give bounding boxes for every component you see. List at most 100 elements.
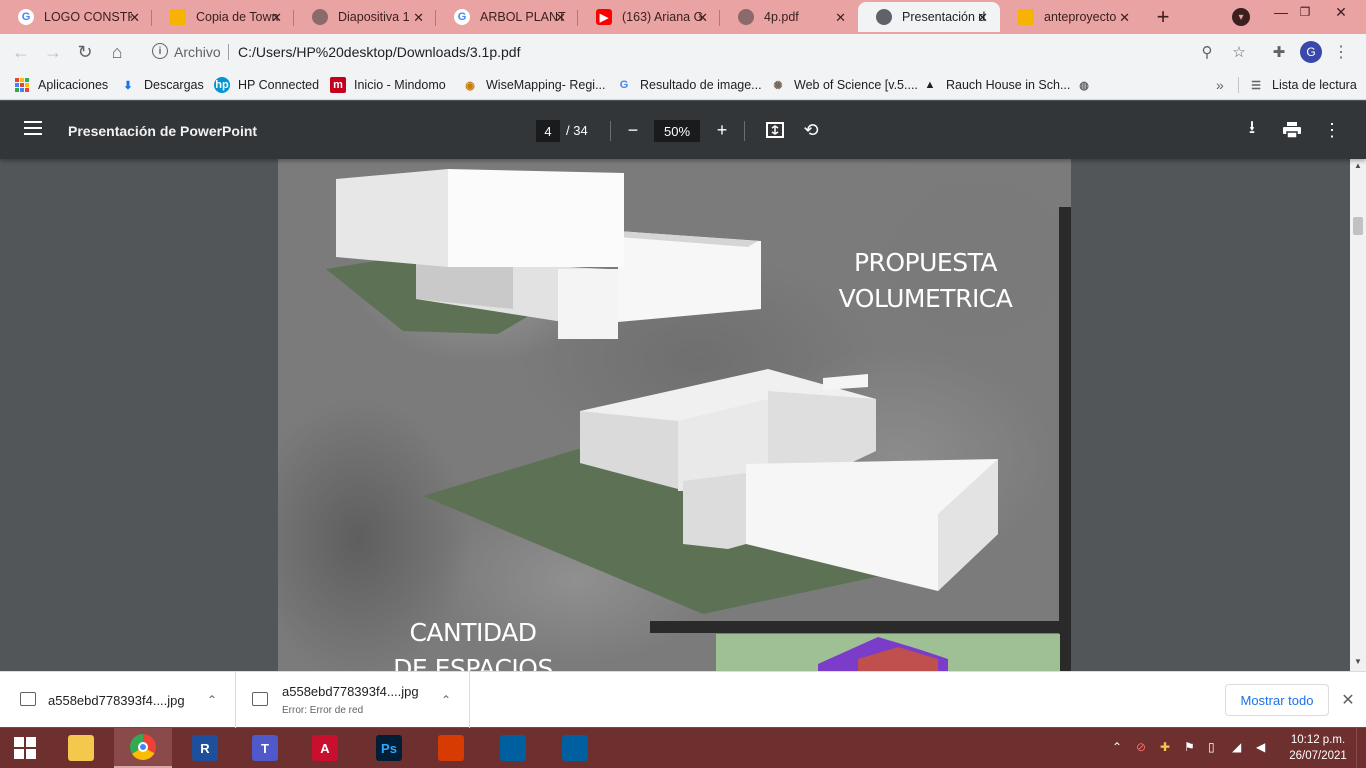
tab-copia-de-town[interactable]: Copia de Town ✕ [152,2,294,32]
bookmark-label: Aplicaciones [38,78,109,92]
zoom-out-icon[interactable]: − [621,118,645,142]
bookmark-rauch-house[interactable]: ▲ Rauch House in Sch... [922,77,1071,93]
url-text[interactable]: C:/Users/HP%20desktop/Downloads/3.1p.pdf [238,44,520,60]
tab-title: LOGO CONSTR [44,10,132,24]
close-icon[interactable]: ✕ [413,10,424,26]
system-clock[interactable]: 10:12 p.m. 26/07/2021 [1286,732,1350,764]
tab-presentacion[interactable]: Presentación d ✕ [858,2,1000,32]
download-item[interactable]: a558ebd778393f4....jpg Error: Error de r… [236,672,470,728]
extensions-icon[interactable]: ✚ [1270,43,1288,61]
tray-expand-icon[interactable]: ⌃ [1112,740,1122,754]
info-icon[interactable]: i [152,43,168,59]
close-icon[interactable]: ✕ [129,10,140,26]
download-item[interactable]: a558ebd778393f4....jpg ⌃ [0,672,236,728]
close-icon[interactable]: ✕ [1119,10,1130,26]
taskbar-revit[interactable]: R [176,728,234,768]
taskbar-teams[interactable]: T [236,728,294,768]
flag-icon[interactable]: ⚑ [1184,740,1195,754]
rotate-icon[interactable]: ⟲ [799,118,823,142]
address-bar[interactable]: i Archivo C:/Users/HP%20desktop/Download… [140,38,1256,66]
close-window-icon[interactable]: ✕ [1326,2,1356,22]
tab-logo-constr[interactable]: G LOGO CONSTR ✕ [0,2,152,32]
fit-page-icon[interactable] [763,118,787,142]
download-icon[interactable]: ⭳ [1240,117,1264,142]
office-icon [438,735,464,761]
tab-search-icon[interactable]: ▾ [1232,8,1250,26]
show-desktop-button[interactable] [1356,728,1366,768]
forward-icon[interactable]: → [40,39,66,65]
menu-icon[interactable] [24,121,42,135]
tray-app-icon[interactable]: ⊘ [1136,740,1146,754]
tab-anteproyecto[interactable]: anteproyecto ✕ [1000,2,1142,32]
zoom-search-icon[interactable]: ⚲ [1198,43,1216,61]
tab-4p-pdf[interactable]: 4p.pdf ✕ [720,2,858,32]
star-icon[interactable]: ☆ [1230,43,1248,61]
reload-icon[interactable]: ↻ [72,39,98,65]
print-icon[interactable] [1280,118,1304,142]
chevron-up-icon[interactable]: ⌃ [436,690,456,710]
google-icon: G [454,9,470,25]
bookmark-hp-connected[interactable]: hp HP Connected [214,77,319,93]
scrollbar-thumb[interactable] [1353,217,1363,235]
avatar[interactable]: G [1300,41,1322,63]
wos-icon: ✺ [773,79,783,92]
pdf-toolbar: Presentación de PowerPoint 4 / 34 − 50% … [0,101,1366,159]
tab-youtube[interactable]: ▶ (163) Ariana G ✕ [578,2,720,32]
taskbar-photoshop[interactable]: Ps [360,728,418,768]
globe-icon [876,9,892,25]
back-icon[interactable]: ← [8,39,34,65]
browser-toolbar: ← → ↻ ⌂ i Archivo C:/Users/HP%20desktop/… [0,34,1366,70]
heading-line: VOLUMETRICA [838,284,1013,313]
taskbar-autocad[interactable]: A [296,728,354,768]
bookmark-globe[interactable]: ◍ [1076,77,1100,93]
scrollbar[interactable]: ▲ ▼ [1350,159,1366,671]
taskbar-chrome[interactable] [114,728,172,768]
close-icon[interactable]: ✕ [697,10,708,26]
bookmark-mindomo[interactable]: m Inicio - Mindomo [330,77,446,93]
windows-icon [14,737,36,759]
scroll-up-icon[interactable]: ▲ [1354,161,1362,170]
more-bookmarks-button[interactable]: » [1216,77,1224,93]
bookmark-web-of-science[interactable]: ✺ Web of Science [v.5.... [770,77,918,93]
show-all-button[interactable]: Mostrar todo [1225,684,1329,716]
mindomo-icon: m [330,77,346,93]
taskbar-sketchup-2[interactable] [546,728,604,768]
zoom-input[interactable]: 50% [654,120,700,142]
tray-app-icon[interactable]: ✚ [1160,740,1170,754]
home-icon[interactable]: ⌂ [104,39,130,65]
google-icon: G [18,9,34,25]
taskbar-sketchup[interactable] [484,728,542,768]
chevron-up-icon[interactable]: ⌃ [202,690,222,710]
close-icon[interactable]: ✕ [977,10,988,26]
bookmark-wisemapping[interactable]: ◉ WiseMapping- Regi... [462,77,605,93]
battery-icon[interactable]: ▯ [1208,740,1215,754]
tab-diapositiva-1[interactable]: Diapositiva 1 ✕ [294,2,436,32]
google-icon: G [619,79,629,91]
photoshop-icon: Ps [376,735,402,761]
volume-icon[interactable]: ◀ [1256,740,1265,754]
close-icon[interactable]: ✕ [555,10,566,26]
taskbar-file-explorer[interactable] [52,728,110,768]
close-icon[interactable]: ✕ [835,10,846,26]
document-title: Presentación de PowerPoint [68,123,258,139]
scroll-down-icon[interactable]: ▼ [1354,657,1362,666]
image-file-icon [252,692,268,706]
bookmark-apps[interactable]: Aplicaciones [14,77,108,93]
zoom-in-icon[interactable]: + [710,118,734,142]
menu-dots-icon[interactable]: ⋮ [1332,43,1350,61]
bookmark-resultado-imagen[interactable]: G Resultado de image... [616,77,762,93]
start-button[interactable] [0,728,50,768]
close-icon[interactable]: ✕ [271,10,282,26]
reading-list-button[interactable]: ☰ Lista de lectura [1248,77,1357,93]
page-number-input[interactable]: 4 [536,120,560,142]
pdf-viewer[interactable]: PROPUESTA VOLUMETRICA CANTIDAD DE ESPACI… [0,159,1350,671]
bookmark-descargas[interactable]: ⬇ Descargas [120,77,203,93]
tab-arbol-plant[interactable]: G ARBOL PLANT ✕ [436,2,578,32]
wifi-icon[interactable]: ◢ [1232,740,1241,754]
taskbar-office[interactable] [422,728,480,768]
more-actions-icon[interactable]: ⋮ [1320,118,1344,142]
restore-icon[interactable]: ❐ [1290,2,1320,22]
sketchup-icon [562,735,588,761]
new-tab-button[interactable]: + [1150,4,1176,30]
close-icon[interactable]: ✕ [1338,690,1358,710]
